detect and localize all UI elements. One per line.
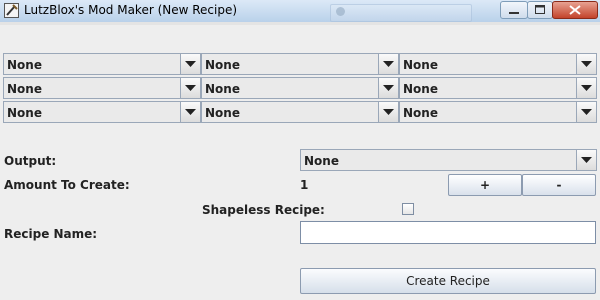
dropdown-arrow-icon[interactable]: [576, 102, 596, 122]
background-window-tab: [330, 4, 472, 22]
grid-slot-value: None: [7, 106, 42, 120]
close-button[interactable]: [552, 1, 598, 19]
maximize-button[interactable]: [527, 1, 553, 19]
app-icon: [4, 3, 19, 18]
decrement-button[interactable]: -: [522, 174, 596, 196]
dropdown-arrow-icon[interactable]: [576, 150, 596, 170]
background-window-icon: [336, 7, 345, 16]
shapeless-label: Shapeless Recipe:: [202, 203, 325, 217]
grid-slot-3-3[interactable]: None: [399, 101, 597, 123]
title-bar: LutzBlox's Mod Maker (New Recipe): [0, 0, 600, 23]
window-title: LutzBlox's Mod Maker (New Recipe): [24, 3, 238, 17]
grid-slot-2-1[interactable]: None: [3, 77, 201, 99]
grid-slot-value: None: [403, 82, 438, 96]
create-recipe-button[interactable]: Create Recipe: [300, 268, 596, 294]
grid-slot-value: None: [205, 106, 240, 120]
dropdown-arrow-icon[interactable]: [576, 78, 596, 98]
dropdown-arrow-icon[interactable]: [378, 102, 398, 122]
grid-slot-value: None: [205, 58, 240, 72]
dropdown-arrow-icon[interactable]: [378, 78, 398, 98]
dropdown-arrow-icon[interactable]: [378, 54, 398, 74]
grid-slot-3-2[interactable]: None: [201, 101, 399, 123]
grid-slot-2-3[interactable]: None: [399, 77, 597, 99]
amount-value: 1: [300, 178, 309, 192]
title-separator: [0, 22, 600, 25]
grid-slot-value: None: [7, 82, 42, 96]
recipe-name-label: Recipe Name:: [4, 227, 98, 241]
increment-button[interactable]: +: [448, 174, 522, 196]
grid-slot-value: None: [7, 58, 42, 72]
dropdown-arrow-icon[interactable]: [180, 54, 200, 74]
minimize-button[interactable]: [500, 1, 528, 19]
dropdown-arrow-icon[interactable]: [180, 78, 200, 98]
grid-slot-1-1[interactable]: None: [3, 53, 201, 75]
grid-slot-value: None: [403, 106, 438, 120]
shapeless-checkbox[interactable]: [402, 203, 414, 215]
grid-slot-value: None: [205, 82, 240, 96]
dropdown-arrow-icon[interactable]: [576, 54, 596, 74]
recipe-name-input[interactable]: [300, 221, 596, 244]
output-label: Output:: [4, 154, 57, 168]
dropdown-arrow-icon[interactable]: [180, 102, 200, 122]
grid-slot-1-2[interactable]: None: [201, 53, 399, 75]
output-value: None: [304, 154, 339, 168]
output-select[interactable]: None: [300, 149, 597, 171]
grid-slot-1-3[interactable]: None: [399, 53, 597, 75]
grid-slot-2-2[interactable]: None: [201, 77, 399, 99]
grid-slot-value: None: [403, 58, 438, 72]
amount-label: Amount To Create:: [4, 178, 130, 192]
grid-slot-3-1[interactable]: None: [3, 101, 201, 123]
